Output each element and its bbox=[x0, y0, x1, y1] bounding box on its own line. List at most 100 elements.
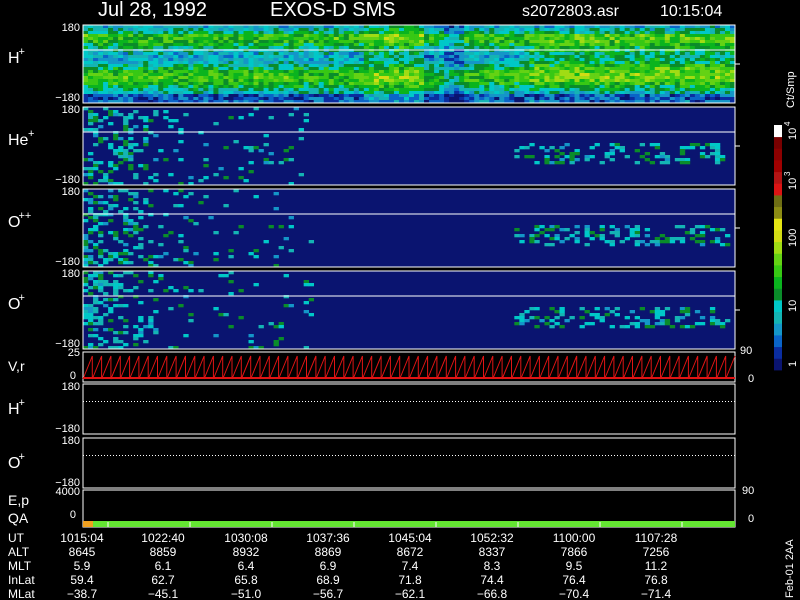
colorbar-segment bbox=[774, 323, 782, 336]
colorbar-tick-label: 100 bbox=[787, 229, 799, 247]
ep-y-max: 4000 bbox=[56, 486, 80, 498]
table-cell: 6.9 bbox=[320, 559, 337, 573]
row-label: MLat bbox=[8, 587, 35, 600]
colorbar-tick-label: 10 bbox=[787, 178, 799, 190]
table-cell: 5.9 bbox=[74, 559, 91, 573]
y-min-label: −180 bbox=[55, 423, 80, 435]
table-cell: 1022:40 bbox=[141, 531, 185, 545]
colorbar: 110100103104 bbox=[774, 121, 799, 371]
panel-cells bbox=[83, 25, 736, 104]
table-cell: −38.7 bbox=[67, 587, 98, 600]
panel-label-sup: + bbox=[28, 128, 34, 140]
colorbar-segment bbox=[774, 335, 782, 348]
colorbar-segment bbox=[774, 358, 782, 371]
panel-label-sup: + bbox=[19, 292, 25, 304]
y-max-label: 180 bbox=[62, 268, 80, 280]
qa-label: QA bbox=[8, 510, 29, 526]
table-cell: −70.4 bbox=[559, 587, 590, 600]
table-cell: 62.7 bbox=[151, 573, 175, 587]
table-cell: 65.8 bbox=[234, 573, 258, 587]
vr-right-max: 90 bbox=[740, 345, 752, 357]
panel-label-sup: ++ bbox=[19, 210, 32, 222]
panel-background bbox=[83, 271, 735, 349]
ep-label: E,p bbox=[8, 492, 29, 508]
qa-y-min: 0 bbox=[70, 509, 76, 521]
ep-right-tick: 90 bbox=[742, 485, 754, 497]
spectrogram-panels: 180−180H+180−180He +180−180O++180−180O+ bbox=[8, 22, 740, 350]
row-label: MLT bbox=[8, 559, 32, 573]
table-cell: 1100:00 bbox=[553, 531, 596, 545]
y-min-label: −180 bbox=[55, 174, 80, 186]
colorbar-segment bbox=[774, 346, 782, 359]
side-note: Feb-01 2AA bbox=[784, 539, 796, 598]
colorbar-segment bbox=[774, 253, 782, 266]
table-cell: 8645 bbox=[69, 545, 96, 559]
panel-background bbox=[83, 107, 735, 185]
colorbar-segment bbox=[774, 160, 782, 173]
colorbar-segment bbox=[774, 230, 782, 243]
line-panel-hplus: 180−180H+ bbox=[8, 381, 736, 435]
table-cell: 8932 bbox=[233, 545, 260, 559]
table-cell: 76.4 bbox=[562, 573, 586, 587]
qa-right-tick: 0 bbox=[748, 513, 754, 525]
spectrogram-oplusplus: 180−180O++ bbox=[8, 186, 740, 268]
panel-frame bbox=[82, 383, 736, 435]
line-panels: V,r250900180−180H+180−180O+E,p 4000 90QA 0 0 bbox=[8, 345, 754, 528]
panel-label-sup: + bbox=[19, 46, 25, 58]
colorbar-segment bbox=[774, 125, 782, 138]
y-max-label: 180 bbox=[62, 186, 80, 198]
table-cell: −56.7 bbox=[313, 587, 344, 600]
vr-right-min: 0 bbox=[748, 373, 754, 385]
table-cell: −66.8 bbox=[477, 587, 508, 600]
y-max-label: 180 bbox=[62, 435, 80, 447]
vr-y-max: 25 bbox=[68, 347, 80, 359]
table-cell: 1015:04 bbox=[60, 531, 104, 545]
panel-frame bbox=[82, 437, 736, 489]
vr-label: V,r bbox=[8, 358, 25, 374]
spectrogram-hplus: 180−180H+ bbox=[8, 22, 740, 104]
row-label: UT bbox=[8, 531, 25, 545]
colorbar-label: Ct/Smp bbox=[785, 71, 797, 108]
y-max-label: 180 bbox=[62, 381, 80, 393]
orbit-footer-table: UTALTMLTInLatMLat 1015:0486455.959.4−38.7… bbox=[8, 531, 678, 600]
colorbar-tick-label: 10 bbox=[787, 128, 799, 140]
qa-bar-start bbox=[83, 521, 93, 527]
table-cell: 8.3 bbox=[484, 559, 501, 573]
table-cell: −51.0 bbox=[231, 587, 262, 600]
header-instrument: EXOS-D SMS bbox=[270, 0, 396, 21]
table-cell: 71.8 bbox=[398, 573, 422, 587]
colorbar-segment bbox=[774, 300, 782, 313]
panel-label: He bbox=[8, 132, 29, 149]
table-cell: 8859 bbox=[150, 545, 177, 559]
table-cell: −45.1 bbox=[148, 587, 179, 600]
colorbar-tick-exponent: 4 bbox=[783, 121, 792, 126]
colorbar-segment bbox=[774, 183, 782, 196]
colorbar-segment bbox=[774, 171, 782, 184]
row-label: ALT bbox=[8, 545, 30, 559]
table-cell: 8337 bbox=[479, 545, 506, 559]
y-min-label: −180 bbox=[55, 256, 80, 268]
spectrogram-oplus: 180−180O+ bbox=[8, 268, 740, 350]
colorbar-segment bbox=[774, 288, 782, 301]
table-cell: 59.4 bbox=[70, 573, 94, 587]
line-panel-oplus: 180−180O+ bbox=[8, 435, 736, 489]
table-cell: 7.4 bbox=[402, 559, 419, 573]
colorbar-tick-exponent: 3 bbox=[783, 171, 792, 176]
table-cell: 8672 bbox=[397, 545, 424, 559]
y-max-label: 180 bbox=[62, 104, 80, 116]
table-cell: 1045:04 bbox=[388, 531, 432, 545]
table-cell: 76.8 bbox=[644, 573, 668, 587]
qa-bar bbox=[83, 521, 735, 527]
panel-label-sup: + bbox=[19, 397, 25, 409]
colorbar-tick: 10 bbox=[787, 300, 799, 312]
spectrogram-heplus: 180 −180 He + bbox=[8, 104, 740, 186]
table-cell: −71.4 bbox=[641, 587, 672, 600]
ep-qa-panel: E,p 4000 90 QA 0 0 bbox=[8, 485, 754, 528]
colorbar-segment bbox=[774, 311, 782, 324]
colorbar-segment bbox=[774, 241, 782, 254]
y-min-label: −180 bbox=[55, 92, 80, 104]
table-cell: 74.4 bbox=[480, 573, 504, 587]
table-cell: 8869 bbox=[315, 545, 342, 559]
table-cell: 1052:32 bbox=[470, 531, 514, 545]
colorbar-tick: 103 bbox=[783, 171, 799, 190]
